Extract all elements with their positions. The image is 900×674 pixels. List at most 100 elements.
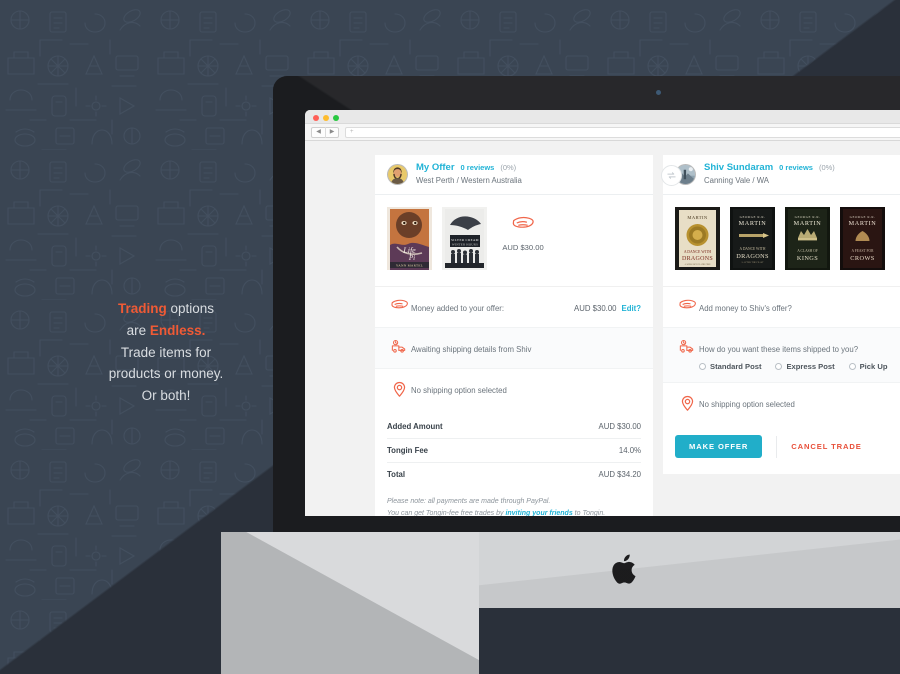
my-offer-title[interactable]: My Offer <box>416 162 455 175</box>
svg-text:DRAGONS: DRAGONS <box>682 256 713 262</box>
tagline-line-1: Trading options <box>60 298 272 320</box>
svg-text:MARTIN: MARTIN <box>794 220 822 227</box>
money-offer-tile: AUD $30.00 <box>497 207 549 252</box>
apple-logo-icon <box>612 554 636 584</box>
payment-note: Please note: all payments are made throu… <box>375 486 653 516</box>
browser-toolbar: ◀ ▶ + <box>305 124 900 141</box>
cancel-trade-button[interactable]: CANCEL TRADE <box>791 442 862 451</box>
radio-standard-post[interactable]: Standard Post <box>699 362 761 371</box>
window-minimize-icon[interactable] <box>323 114 329 121</box>
imac-stand <box>221 532 479 674</box>
svg-text:KINGS: KINGS <box>797 255 818 262</box>
app-page: My Offer 0 reviews (0%) West Perth / Wes… <box>305 141 900 516</box>
their-offer-username[interactable]: Shiv Sundaram <box>704 162 773 175</box>
offer-panels: My Offer 0 reviews (0%) West Perth / Wes… <box>305 155 900 516</box>
tagline-highlight-endless: Endless. <box>149 322 206 338</box>
radio-pick-up[interactable]: Pick Up <box>848 362 887 371</box>
option-row-shipping-option-body: No shipping option selected <box>411 380 641 398</box>
location-pin-icon <box>387 380 411 397</box>
browser-nav-buttons: ◀ ▶ <box>311 126 339 138</box>
svg-text:YANN MARTEL: YANN MARTEL <box>396 264 423 268</box>
window-maximize-icon[interactable] <box>333 114 339 121</box>
radio-button-icon[interactable] <box>699 363 706 370</box>
payment-note-line-2: You can get Tongin-fee free trades by in… <box>387 508 641 516</box>
svg-text:CROWS: CROWS <box>850 255 874 262</box>
invite-friends-link[interactable]: inviting your friends <box>505 510 572 516</box>
marketing-tagline: Trading options are Endless. Trade items… <box>60 298 272 407</box>
radio-label: Standard Post <box>710 362 762 371</box>
their-offer-name-row: Shiv Sundaram 0 reviews (0%) <box>704 162 835 175</box>
radio-express-post[interactable]: Express Post <box>775 362 835 371</box>
window-close-icon[interactable] <box>313 114 319 121</box>
option-value: AUD $30.00 <box>574 304 617 313</box>
back-icon[interactable]: ◀ <box>312 127 325 138</box>
option-row-shipping-status-body: Awaiting shipping details from Shiv <box>411 339 641 357</box>
tagline-line-3: Trade items for <box>120 344 212 360</box>
radio-label: Express Post <box>786 362 835 371</box>
make-offer-button[interactable]: MAKE OFFER <box>675 435 763 458</box>
payment-note-line-1: Please note: all payments are made throu… <box>387 498 551 505</box>
option-label: Awaiting shipping details from Shiv <box>411 345 532 354</box>
avatar <box>387 164 408 185</box>
my-offer-location: West Perth / Western Australia <box>416 176 522 186</box>
svg-text:SILVER CREAM: SILVER CREAM <box>451 238 479 242</box>
svg-text:A SONG OF ICE AND FIRE: A SONG OF ICE AND FIRE <box>685 263 711 266</box>
svg-text:Pi: Pi <box>408 254 415 262</box>
radio-button-icon[interactable] <box>848 363 856 370</box>
tagline-line-4: products or money. <box>108 366 224 382</box>
svg-text:MARTIN: MARTIN <box>687 215 708 220</box>
option-row-add-money[interactable]: Add money to Shiv's offer? <box>663 287 900 327</box>
option-label: Add money to Shiv's offer? <box>699 304 792 313</box>
option-row-money: Money added to your offer: AUD $30.00 Edi… <box>375 287 653 327</box>
browser-titlebar <box>305 110 900 124</box>
their-offer-panel: Shiv Sundaram 0 reviews (0%) Canning Val… <box>663 155 900 474</box>
total-label: Total <box>387 470 406 479</box>
table-row: Tongin Fee 14.0% <box>387 439 641 463</box>
money-icon <box>512 216 534 228</box>
forward-icon[interactable]: ▶ <box>325 126 338 138</box>
my-offer-panel: My Offer 0 reviews (0%) West Perth / Wes… <box>375 155 653 516</box>
svg-text:GEORGE R.R.: GEORGE R.R. <box>740 215 766 219</box>
option-row-no-shipping-body: No shipping option selected <box>699 394 900 412</box>
item-thumbnail[interactable]: Life Pi YANN MARTEL <box>387 207 432 270</box>
svg-text:WINTER HOURS: WINTER HOURS <box>452 242 478 246</box>
svg-text:A DANCE WITH: A DANCE WITH <box>684 250 712 254</box>
my-offer-name-row: My Offer 0 reviews (0%) <box>416 162 522 175</box>
edit-money-link[interactable]: Edit? <box>622 304 642 313</box>
option-row-money-body: Money added to your offer: <box>411 298 574 316</box>
item-thumbnail[interactable]: MARTIN A DANCE WITH DRAGONS A SONG OF IC… <box>675 207 720 270</box>
item-thumbnail[interactable]: GEORGE R.R. MARTIN A FEAST FOR CROWS <box>840 207 885 270</box>
tagline-line-2: are Endless. <box>60 320 272 342</box>
my-offer-header: My Offer 0 reviews (0%) West Perth / Wes… <box>375 155 653 195</box>
option-row-shipping-method-body: How do you want these items shipped to y… <box>699 339 900 371</box>
total-label: Tongin Fee <box>387 446 429 455</box>
my-offer-review-count[interactable]: 0 reviews <box>461 163 495 173</box>
item-thumbnail[interactable]: GEORGE R.R. MARTIN A DANCE WITH DRAGONS … <box>730 207 775 270</box>
radio-button-icon[interactable] <box>775 363 783 370</box>
svg-text:GEORGE R.R.: GEORGE R.R. <box>850 215 876 219</box>
swap-arrows-icon <box>661 165 682 186</box>
item-thumbnail[interactable]: SILVER CREAM WINTER HOURS <box>442 207 487 270</box>
their-offer-review-percent: (0%) <box>818 163 835 173</box>
item-thumbnail[interactable]: GEORGE R.R. MARTIN A CLASH OF KINGS <box>785 207 830 270</box>
address-bar[interactable]: + <box>345 126 900 138</box>
svg-text:A DANCE WITH: A DANCE WITH <box>740 247 766 251</box>
svg-text:MARTIN: MARTIN <box>849 220 877 227</box>
my-offer-review-percent: (0%) <box>500 163 517 173</box>
tagline-highlight-trading: Trading <box>117 301 167 316</box>
option-row-shipping-status: Awaiting shipping details from Shiv <box>375 327 653 368</box>
their-offer-review-count[interactable]: 0 reviews <box>779 163 813 173</box>
money-icon <box>675 298 699 310</box>
tagline-line-5: Or both! <box>141 388 191 404</box>
svg-text:MARTIN: MARTIN <box>739 220 767 227</box>
total-label: Added Amount <box>387 422 443 431</box>
their-offer-items: MARTIN A DANCE WITH DRAGONS A SONG OF IC… <box>663 195 900 287</box>
total-value: 14.0% <box>618 446 641 455</box>
action-divider <box>776 435 778 458</box>
table-row: Added Amount AUD $30.00 <box>387 415 641 439</box>
svg-text:2: AFTER THE FEAST: 2: AFTER THE FEAST <box>741 261 764 264</box>
payment-note-post: to Tongin. <box>572 510 606 516</box>
option-label: No shipping option selected <box>411 386 507 395</box>
option-row-no-shipping-selected: No shipping option selected <box>663 382 900 423</box>
option-row-money-right: AUD $30.00 Edit? <box>574 298 641 316</box>
